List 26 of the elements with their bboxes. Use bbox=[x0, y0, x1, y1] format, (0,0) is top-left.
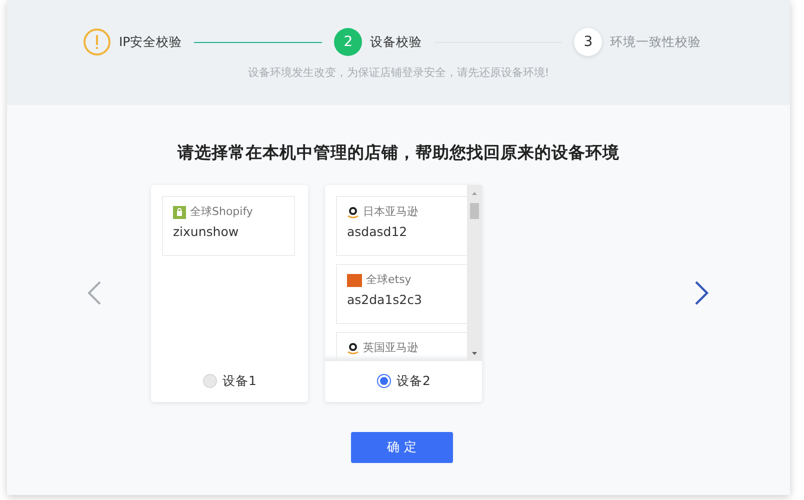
warning-icon bbox=[83, 28, 111, 56]
device-label: 设备2 bbox=[396, 372, 430, 390]
scroll-down-icon[interactable] bbox=[472, 352, 477, 355]
platform-label: 日本亚马逊 bbox=[363, 204, 418, 220]
scroll-up-icon[interactable] bbox=[472, 192, 477, 195]
notice-text: 设备环境发生改变，为保证店铺登录安全，请先还原设备环境! bbox=[246, 65, 550, 81]
step-number: 3 bbox=[574, 28, 602, 56]
device-label: 设备1 bbox=[222, 372, 256, 390]
store-name: zixunshow bbox=[173, 223, 240, 242]
step-label: 环境一致性校验 bbox=[610, 32, 702, 51]
step-number: 2 bbox=[334, 28, 362, 56]
store-name: as2da1s2c3 bbox=[347, 291, 423, 310]
radio-button[interactable] bbox=[376, 374, 391, 388]
smile-arrow-icon bbox=[347, 342, 359, 354]
scrollbar-thumb[interactable] bbox=[470, 202, 479, 219]
step-label: IP安全校验 bbox=[119, 32, 182, 51]
store-name: asdasd12 bbox=[347, 223, 408, 242]
platform-label: 全球Shopify bbox=[190, 204, 253, 220]
confirm-button[interactable]: 确 定 bbox=[351, 432, 453, 463]
step-label: 设备校验 bbox=[370, 32, 422, 51]
instruction-heading: 请选择常在本机中管理的店铺，帮助您找回原来的设备环境 bbox=[176, 142, 620, 164]
platform-label: 全球etsy bbox=[366, 272, 412, 288]
platform-label: 英国亚马逊 bbox=[363, 340, 418, 356]
store-card[interactable]: 全球Shopify zixunshow bbox=[162, 196, 295, 256]
smile-arrow-icon bbox=[347, 206, 359, 218]
square-logo-icon bbox=[347, 274, 362, 286]
